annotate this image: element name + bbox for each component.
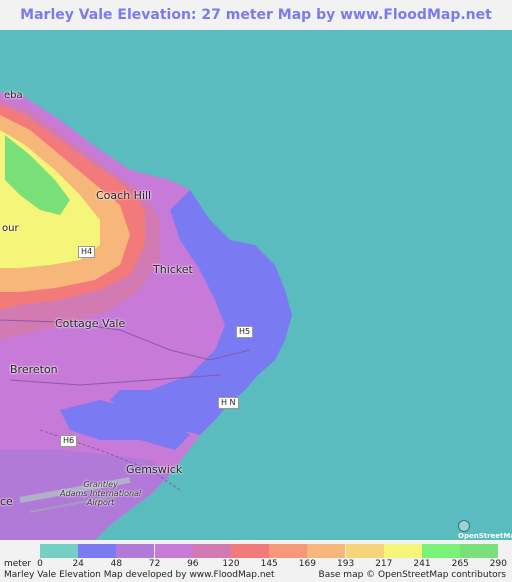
osm-logo: OpenStreetMap	[458, 520, 512, 540]
road-label-h5: H5	[236, 326, 254, 338]
legend-tick-label: 0	[37, 559, 43, 569]
legend-tick-label: 290	[489, 559, 507, 569]
legend-swatch	[460, 544, 499, 558]
elevation-map-canvas	[0, 92, 292, 540]
elevation-map[interactable]: eba Coach Hill our Thicket Cottage Vale …	[0, 30, 512, 540]
magnifier-icon	[458, 520, 470, 532]
legend-swatch	[116, 544, 155, 558]
legend-tick-label: 24	[72, 559, 84, 569]
place-label-gemswick: Gemswick	[126, 463, 183, 476]
legend-tick-label: 145	[260, 559, 278, 569]
legend-tick-label: 193	[337, 559, 355, 569]
road-label-h6: H6	[60, 435, 78, 447]
legend-tick-label: 120	[222, 559, 240, 569]
place-label-our: our	[2, 223, 19, 234]
elevation-legend: meter 0 24 48 72 96 120 145 169 193 217 241 265 290 …	[0, 540, 512, 582]
legend-tick-label: 241	[413, 559, 431, 569]
legend-swatch	[422, 544, 460, 558]
page-title: Marley Vale Elevation: 27 meter Map by w…	[20, 7, 492, 53]
legend-tick-label: 72	[148, 559, 161, 569]
place-label-cottage-vale: Cottage Vale	[55, 317, 126, 330]
road-label-hn: H N	[218, 397, 239, 409]
legend-tick-label: 217	[375, 559, 393, 569]
legend-unit: meter	[4, 559, 32, 569]
legend-swatch	[307, 544, 346, 558]
place-label-coach-hill: Coach Hill	[96, 189, 152, 202]
legend-swatch	[192, 544, 231, 558]
legend-swatch	[40, 544, 78, 558]
legend-swatch	[231, 544, 269, 558]
legend-tick-label: 265	[451, 559, 469, 569]
place-label-eba: eba	[4, 90, 23, 101]
legend-tick-label: 48	[110, 559, 123, 569]
footer-credit: Marley Vale Elevation Map developed by w…	[4, 570, 275, 580]
legend-swatch	[78, 544, 117, 558]
legend-swatch	[383, 544, 422, 558]
place-label-airport: Grantley Adams International Airport	[60, 480, 142, 507]
legend-tick-label: 169	[298, 559, 316, 569]
legend-swatch	[345, 544, 384, 558]
place-label-ce: ce	[0, 495, 13, 508]
place-label-thicket: Thicket	[153, 263, 193, 276]
footer-basemap-credit: Base map © OpenStreetMap contributors	[318, 570, 506, 580]
legend-tick-label: 96	[187, 559, 199, 569]
road-label-h4: H4	[78, 246, 96, 258]
place-label-brereton: Brereton	[10, 363, 58, 376]
legend-swatch	[269, 544, 308, 558]
legend-swatch	[154, 544, 193, 558]
